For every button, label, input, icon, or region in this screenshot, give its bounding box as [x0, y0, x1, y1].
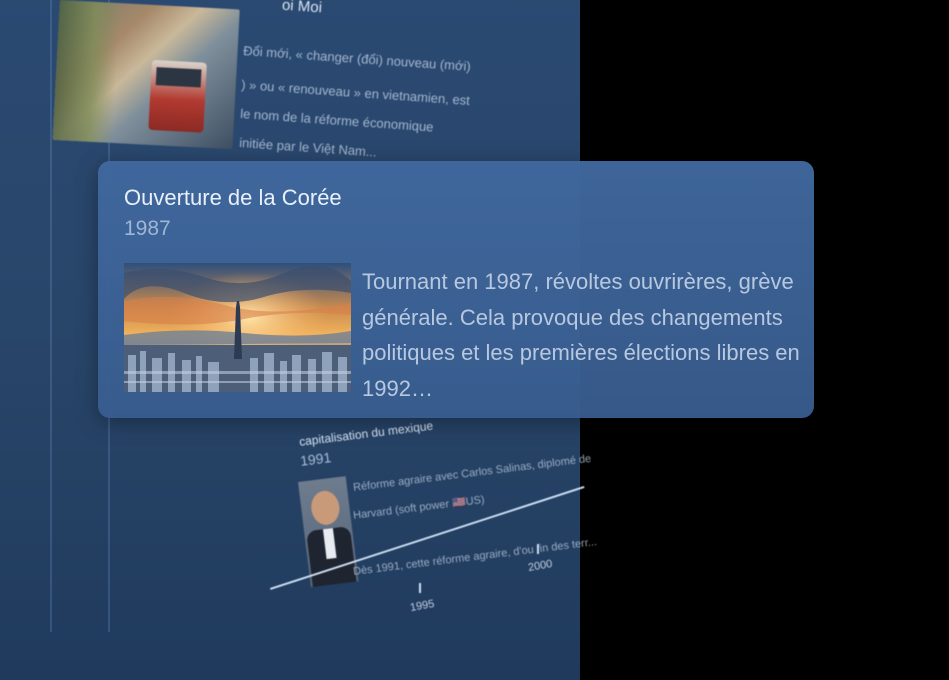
- event-title: Ouverture de la Corée: [124, 185, 342, 210]
- axis-tick-label: 2000: [527, 557, 554, 575]
- event-year: 1987: [124, 217, 171, 240]
- timeline-scene: oi Moi Đổi mới, « changer (đổi) nouveau …: [0, 0, 949, 680]
- seoul-skyline-photo: [124, 263, 351, 392]
- axis-tick: [419, 583, 421, 593]
- axis-tick-label: 1995: [409, 597, 436, 615]
- background-entry-line: Đổi mới, « changer (đổi) nouveau (mới): [242, 42, 472, 74]
- background-entry-line: initiée par le Việt Nam...: [238, 134, 378, 160]
- hanoi-train-photo: [52, 0, 240, 150]
- event-card[interactable]: Ouverture de la Corée 1987 Tournant en 1…: [98, 161, 814, 418]
- event-description: Tournant en 1987, révoltes ouvrirères, g…: [362, 269, 800, 401]
- background-entry-year: 1991: [299, 449, 333, 469]
- background-entry-title: capitalisation du mexique: [298, 418, 434, 449]
- background-entry-title: oi Moi: [281, 0, 323, 17]
- background-entry-line: Dès 1991, cette réforme agraire, d'ou fi…: [352, 536, 598, 578]
- axis-tick: [537, 544, 539, 554]
